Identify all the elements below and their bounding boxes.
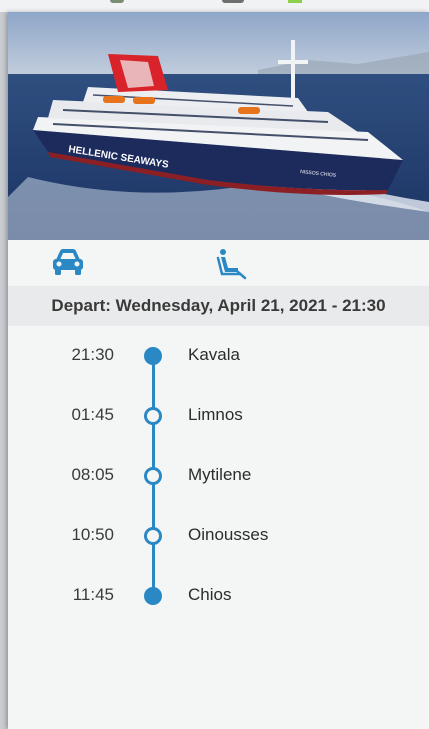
- timeline-stop: 08:05 Mytilene: [8, 461, 429, 491]
- timeline-stop: 11:45 Chios: [8, 581, 429, 611]
- stop-time: 10:50: [71, 525, 114, 544]
- car-icon[interactable]: [48, 246, 88, 280]
- stop-marker-filled: [144, 347, 162, 365]
- seat-icon[interactable]: [212, 246, 252, 280]
- stop-port: Limnos: [188, 405, 243, 424]
- stop-marker-hollow: [144, 467, 162, 485]
- stop-marker-hollow: [144, 407, 162, 425]
- departure-summary: Depart: Wednesday, April 21, 2021 - 21:3…: [8, 286, 429, 326]
- stop-time: 11:45: [72, 585, 114, 604]
- stop-marker-hollow: [144, 527, 162, 545]
- background-fragment: [222, 0, 244, 3]
- stop-port: Mytilene: [188, 465, 252, 484]
- stop-marker-filled: [144, 587, 162, 605]
- timeline-stop: 01:45 Limnos: [8, 401, 429, 431]
- stop-time: 01:45: [71, 405, 114, 424]
- stop-port: Chios: [188, 585, 232, 604]
- stop-port: Kavala: [188, 345, 240, 364]
- ferry-illustration: HELLENIC SEAWAYS NISSOS CHIOS: [8, 12, 429, 240]
- route-details-panel: HELLENIC SEAWAYS NISSOS CHIOS Depart: We…: [8, 12, 429, 729]
- ferry-photo: HELLENIC SEAWAYS NISSOS CHIOS: [8, 12, 429, 240]
- vehicle-seat-icons: [8, 240, 429, 286]
- background-edge: [0, 12, 8, 729]
- background-fragment: [288, 0, 302, 3]
- stop-port: Oinousses: [188, 525, 269, 544]
- stop-time: 21:30: [71, 345, 114, 364]
- timeline-stop: 21:30 Kavala: [8, 341, 429, 371]
- stop-time: 08:05: [71, 465, 114, 484]
- timeline-stop: 10:50 Oinousses: [8, 521, 429, 551]
- route-timeline: 21:30 Kavala 01:45 Limnos 08:05 Mytilene…: [8, 326, 429, 646]
- background-fragment: [110, 0, 124, 3]
